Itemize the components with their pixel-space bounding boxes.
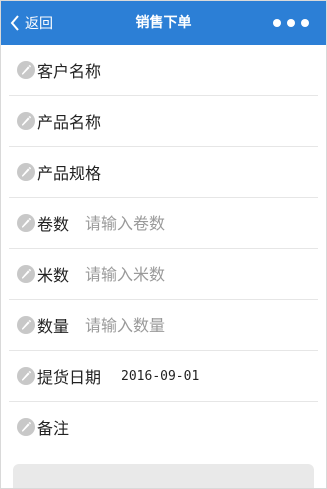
meters-row: 米数	[9, 249, 318, 300]
app-frame: 返回 销售下单 客户名称 产品名称 产品规格 卷数 请输入卷数 米数 请输入米数…	[0, 0, 327, 489]
rolls-label: 卷数	[37, 215, 70, 234]
more-dots-icon	[287, 19, 295, 27]
product-name-row[interactable]: 产品名称	[9, 96, 318, 147]
pencil-icon	[17, 418, 35, 436]
rolls-row: 卷数	[9, 198, 318, 249]
quantity-label: 数量	[37, 317, 70, 336]
pickup-date-label: 提货日期	[37, 368, 102, 387]
order-form: 客户名称 产品名称 产品规格 卷数 米数	[1, 45, 326, 452]
product-name-label: 产品名称	[37, 113, 102, 132]
product-spec-row[interactable]: 产品规格	[9, 147, 318, 198]
remark-row[interactable]: 备注	[9, 402, 318, 452]
pencil-icon	[17, 163, 35, 181]
top-nav-bar: 返回 销售下单	[1, 1, 326, 45]
more-dots-icon	[301, 19, 309, 27]
customer-name-row[interactable]: 客户名称	[9, 45, 318, 96]
pencil-icon	[17, 61, 35, 79]
back-label: 返回	[25, 15, 53, 31]
product-spec-label: 产品规格	[37, 164, 102, 183]
remark-label: 备注	[37, 419, 70, 438]
back-button[interactable]: 返回	[9, 1, 53, 45]
more-menu-button[interactable]	[264, 1, 318, 45]
more-dots-icon	[273, 19, 281, 27]
meters-input[interactable]	[85, 259, 266, 289]
pencil-icon	[17, 367, 35, 385]
pencil-icon	[17, 265, 35, 283]
pencil-icon	[17, 316, 35, 334]
quantity-row: 数量	[9, 300, 318, 351]
meters-label: 米数	[37, 266, 70, 285]
quantity-input[interactable]	[85, 310, 266, 340]
pencil-icon	[17, 112, 35, 130]
chevron-left-icon	[10, 15, 19, 31]
pickup-date-picker[interactable]: 2016-09-01	[121, 369, 199, 384]
pencil-icon	[17, 214, 35, 232]
customer-name-label: 客户名称	[37, 62, 102, 81]
bottom-action-bar[interactable]	[13, 464, 314, 488]
pickup-date-row: 提货日期 2016-09-01	[9, 351, 318, 402]
rolls-input[interactable]	[85, 208, 266, 238]
